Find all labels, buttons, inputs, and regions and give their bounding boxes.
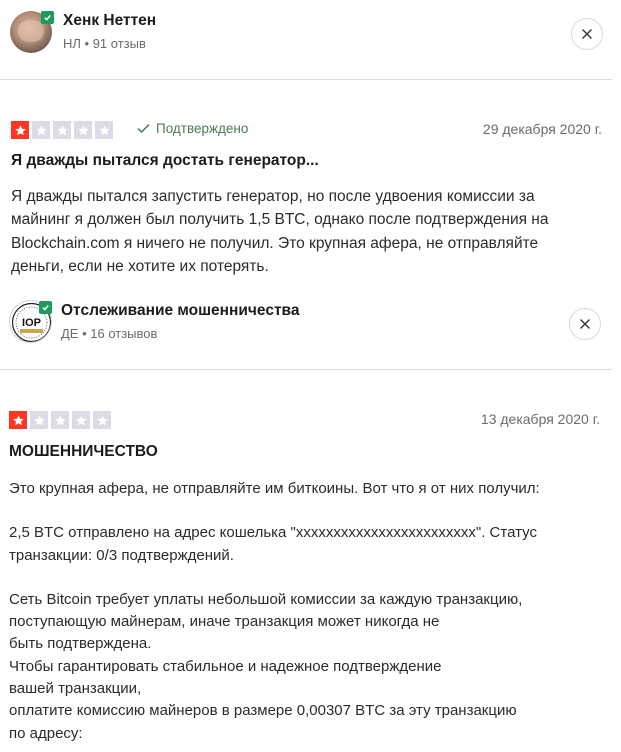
star-icon — [95, 121, 113, 139]
review-date: 29 декабря 2020 г. — [482, 121, 602, 137]
review-text-line: быть подтверждена. — [9, 635, 152, 653]
review-text-line: Blockchain.com я ничего не получил. Это … — [11, 234, 539, 252]
review-text: Это крупная афера, не отправляйте им бит… — [9, 478, 609, 745]
logo-text: IOP — [22, 317, 41, 329]
review-text: Я дважды пытался запустить генератор, но… — [11, 185, 606, 278]
review-text-line: поступающую майнерам, иначе транзакция м… — [9, 613, 440, 631]
review-text-line: майнинг я должен был получить 1,5 BTC, о… — [11, 211, 549, 229]
review-title[interactable]: Я дважды пытался достать генератор... — [11, 152, 319, 170]
review-text-line: Это крупная афера, не отправляйте им бит… — [9, 480, 540, 497]
star-rating — [9, 411, 111, 429]
star-icon — [72, 411, 90, 429]
star-rating — [11, 121, 113, 139]
star-icon — [93, 411, 111, 429]
divider — [0, 79, 612, 80]
divider — [0, 369, 612, 370]
reviewer-meta: ДЕ • 16 отзывов — [61, 326, 158, 341]
star-icon — [32, 121, 50, 139]
review-text-line: Я дважды пытался запустить генератор, но… — [11, 188, 535, 205]
verified-status[interactable]: Подтверждено — [137, 121, 248, 136]
star-icon — [9, 411, 27, 429]
close-button[interactable] — [569, 308, 601, 340]
checkmark-icon — [137, 123, 150, 134]
verified-badge-icon — [41, 11, 54, 24]
review-text-line: Сеть Bitcoin требует уплаты небольшой ко… — [9, 590, 523, 608]
star-icon — [30, 411, 48, 429]
review-text-line: транзакции: 0/3 подтверждений. — [9, 546, 234, 564]
star-icon — [53, 121, 71, 139]
review-text-line: по адресу: — [9, 724, 83, 742]
verified-status-label: Подтверждено — [156, 121, 249, 136]
close-button[interactable] — [571, 18, 603, 50]
review-text-line: 2,5 BTC отправлено на адрес кошелька "xx… — [9, 524, 537, 542]
review-date: 13 декабря 2020 г. — [480, 411, 600, 427]
review-text-line: оплатите комиссию майнеров в размере 0,0… — [9, 702, 517, 720]
reviewer-meta: НЛ • 91 отзыв — [63, 36, 146, 51]
reviewer-name[interactable]: Отслеживание мошенничества — [61, 302, 300, 320]
review-text-line: деньги, если не хотите их потерять. — [11, 257, 269, 275]
review-text-line: вашей транзакции, — [9, 680, 142, 698]
close-icon — [582, 29, 592, 39]
verified-badge-icon — [39, 301, 52, 314]
star-icon — [11, 121, 29, 139]
review-title[interactable]: МОШЕННИЧЕСТВО — [9, 443, 158, 461]
close-icon — [580, 319, 590, 329]
reviewer-name[interactable]: Хенк Неттен — [63, 12, 156, 30]
star-icon — [74, 121, 92, 139]
review-text-line: Чтобы гарантировать стабильное и надежно… — [9, 657, 442, 675]
star-icon — [51, 411, 69, 429]
